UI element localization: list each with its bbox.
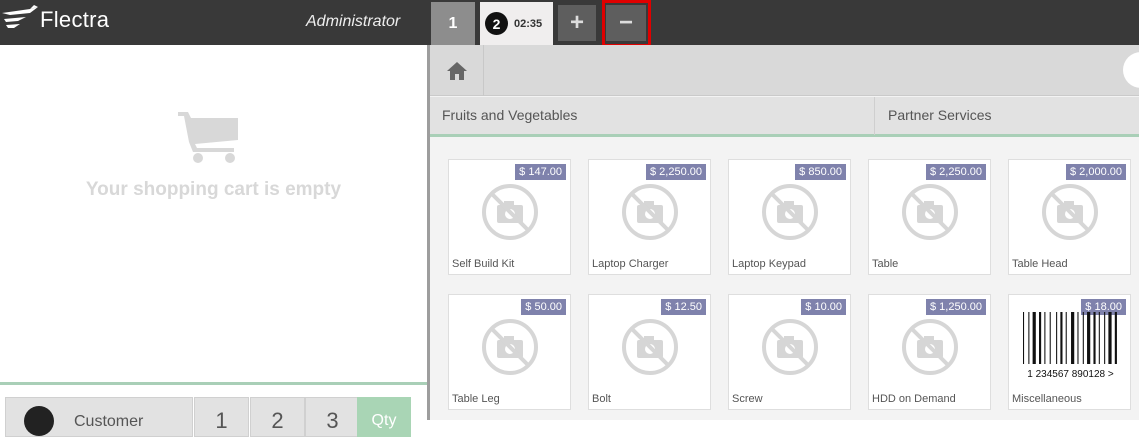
order-tab-2[interactable]: 2 02:35 [480,2,553,45]
product-card[interactable]: $ 2,000.00 Table Head [1008,159,1131,275]
product-name: Table Head [1012,258,1068,270]
product-name: Screw [732,393,763,405]
product-card[interactable]: $ 147.00 Self Build Kit [448,159,571,275]
search-input[interactable] [1123,52,1139,88]
barcode-image: 1 234567 890128 > [1023,312,1118,380]
customer-label: Customer [74,413,144,430]
numpad-key-2[interactable]: 2 [250,397,305,437]
no-image-icon [901,183,959,246]
no-image-icon [621,183,679,246]
product-name: Laptop Charger [592,258,669,270]
flectra-logo: Flectra [0,0,150,45]
no-image-icon [901,318,959,381]
user-name[interactable]: Administrator [306,13,400,31]
no-image-icon [761,318,819,381]
product-card[interactable]: $ 12.50 Bolt [588,294,711,410]
product-price: $ 147.00 [515,164,566,180]
product-price: $ 2,000.00 [1066,164,1126,180]
product-price: $ 50.00 [521,299,566,315]
category-partner-services[interactable]: Partner Services [876,97,1139,135]
action-pad: Customer 1 2 3 Qty [0,382,427,437]
product-name: Bolt [592,393,611,405]
barcode-text: 1 234567 890128 > [1027,369,1114,380]
no-image-icon [1041,183,1099,246]
flectra-logo-icon [2,5,38,28]
highlight-box [602,0,651,47]
category-bar: Fruits and Vegetables Partner Services [430,97,1139,137]
no-image-icon [761,183,819,246]
product-card[interactable]: $ 850.00 Laptop Keypad [728,159,851,275]
numpad-key-1[interactable]: 1 [194,397,249,437]
product-name: Laptop Keypad [732,258,807,270]
order-tab-number: 2 [485,12,508,35]
plus-icon: + [569,9,584,36]
add-order-button[interactable]: + [558,5,596,41]
product-price: $ 12.50 [661,299,706,315]
numpad-key-3[interactable]: 3 [305,397,360,437]
product-card[interactable]: $ 2,250.00 Table [868,159,991,275]
product-name: Miscellaneous [1012,393,1082,405]
qty-mode-button[interactable]: Qty [357,397,411,437]
order-tab-1[interactable]: 1 [431,2,475,45]
no-image-icon [481,183,539,246]
product-card[interactable]: $ 2,250.00 Laptop Charger [588,159,711,275]
no-image-icon [621,318,679,381]
product-price: $ 2,250.00 [646,164,706,180]
order-tab-label: 1 [448,14,458,32]
category-fruits-and-vegetables[interactable]: Fruits and Vegetables [430,97,875,135]
product-pane: Fruits and Vegetables Partner Services $… [430,45,1139,420]
top-bar: Flectra Administrator 1 2 02:35 + − [0,0,1139,47]
product-price: $ 10.00 [801,299,846,315]
product-price: $ 2,250.00 [926,164,986,180]
product-price: $ 850.00 [795,164,846,180]
empty-cart-message: Your shopping cart is empty [85,179,342,200]
home-icon [446,61,467,80]
customer-button[interactable]: Customer [5,397,193,437]
product-name: Table Leg [452,393,500,405]
product-card[interactable]: $ 1,250.00 HDD on Demand [868,294,991,410]
order-pane: Your shopping cart is empty Customer 1 2… [0,45,427,437]
order-tab-time: 02:35 [514,17,543,30]
home-button[interactable] [430,45,484,96]
product-name: Table [872,258,899,270]
user-icon [24,406,54,436]
product-price: $ 1,250.00 [926,299,986,315]
product-card[interactable]: $ 50.00 Table Leg [448,294,571,410]
shopping-cart-icon [178,112,238,163]
product-name: HDD on Demand [872,393,956,405]
product-card[interactable]: $ 18.00 1 234567 890128 > Miscellaneous [1008,294,1131,410]
product-name: Self Build Kit [452,258,515,270]
product-card[interactable]: $ 10.00 Screw [728,294,851,410]
no-image-icon [481,318,539,381]
breadcrumb [430,45,1139,96]
brand-name: Flectra [40,7,110,32]
